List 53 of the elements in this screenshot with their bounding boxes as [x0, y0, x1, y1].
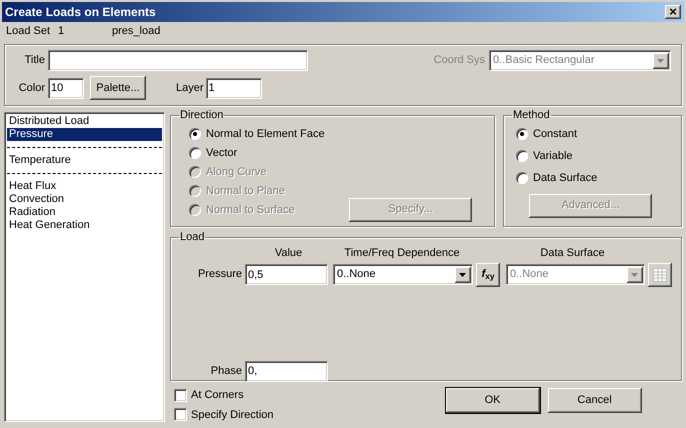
- palette-button[interactable]: Palette...: [90, 76, 146, 100]
- close-button[interactable]: ×: [665, 5, 681, 19]
- window-title: Create Loads on Elements: [5, 4, 156, 21]
- checkbox-label: At Corners: [191, 388, 244, 403]
- grid-icon: [653, 268, 667, 282]
- radio-button[interactable]: [516, 128, 528, 140]
- phase-label: Phase: [210, 364, 243, 379]
- radio-button[interactable]: [516, 172, 528, 184]
- checkbox[interactable]: [174, 408, 187, 422]
- list-item[interactable]: Temperature: [7, 154, 162, 167]
- radio-label: Constant: [533, 126, 578, 142]
- radio-button[interactable]: [516, 150, 528, 162]
- layer-label: Layer: [176, 80, 204, 96]
- color-label: Color: [18, 80, 45, 96]
- radio-label: Along Curve: [206, 164, 267, 180]
- table-button[interactable]: [648, 262, 672, 286]
- checkbox[interactable]: [174, 388, 187, 402]
- list-item[interactable]: Pressure: [7, 128, 162, 141]
- group-title: Load: [179, 230, 206, 245]
- title-field[interactable]: [48, 50, 308, 71]
- load-set-label: Load Set: [6, 24, 52, 39]
- list-item[interactable]: Distributed Load: [7, 115, 162, 128]
- column-header: Value: [274, 246, 304, 260]
- group-title: Method: [512, 108, 551, 123]
- dialog-button[interactable]: OK: [446, 388, 540, 413]
- radio-label: Data Surface: [533, 170, 598, 186]
- function-button[interactable]: f$_{xy}$: [476, 262, 500, 286]
- group-title: Direction: [179, 108, 224, 123]
- list-item[interactable]: Radiation: [7, 206, 162, 219]
- column-header: Time/Freq Dependence: [343, 246, 461, 260]
- coord-sys-label: Coord Sys: [434, 53, 485, 68]
- dialog-button[interactable]: Cancel: [548, 388, 642, 413]
- column-header: Data Surface: [539, 246, 606, 260]
- pressure-value-field[interactable]: 0,5: [245, 264, 328, 285]
- color-field[interactable]: 10: [48, 78, 84, 98]
- load-set-name: pres_load: [112, 24, 160, 39]
- pressure-label: Pressure: [196, 267, 243, 282]
- radio-label: Variable: [533, 148, 573, 164]
- checkbox-label: Specify Direction: [191, 408, 274, 422]
- radio-label: Normal to Element Face: [206, 126, 325, 142]
- radio-button[interactable]: [189, 147, 201, 159]
- radio-label: Vector: [206, 146, 238, 161]
- list-item[interactable]: Heat Generation: [7, 219, 162, 232]
- radio-button[interactable]: [189, 128, 201, 140]
- layer-field[interactable]: 1: [206, 78, 262, 98]
- list-item[interactable]: Heat Flux: [7, 180, 162, 193]
- title-label: Title: [24, 53, 45, 68]
- list-item[interactable]: Convection: [7, 193, 162, 206]
- load-set-number: 1: [58, 24, 66, 39]
- time-dependence-dropdown[interactable]: 0..None: [333, 264, 473, 285]
- phase-value-field[interactable]: 0,: [245, 360, 328, 382]
- radio-label: Normal to Surface: [206, 202, 295, 218]
- radio-label: Normal to Plane: [206, 184, 285, 199]
